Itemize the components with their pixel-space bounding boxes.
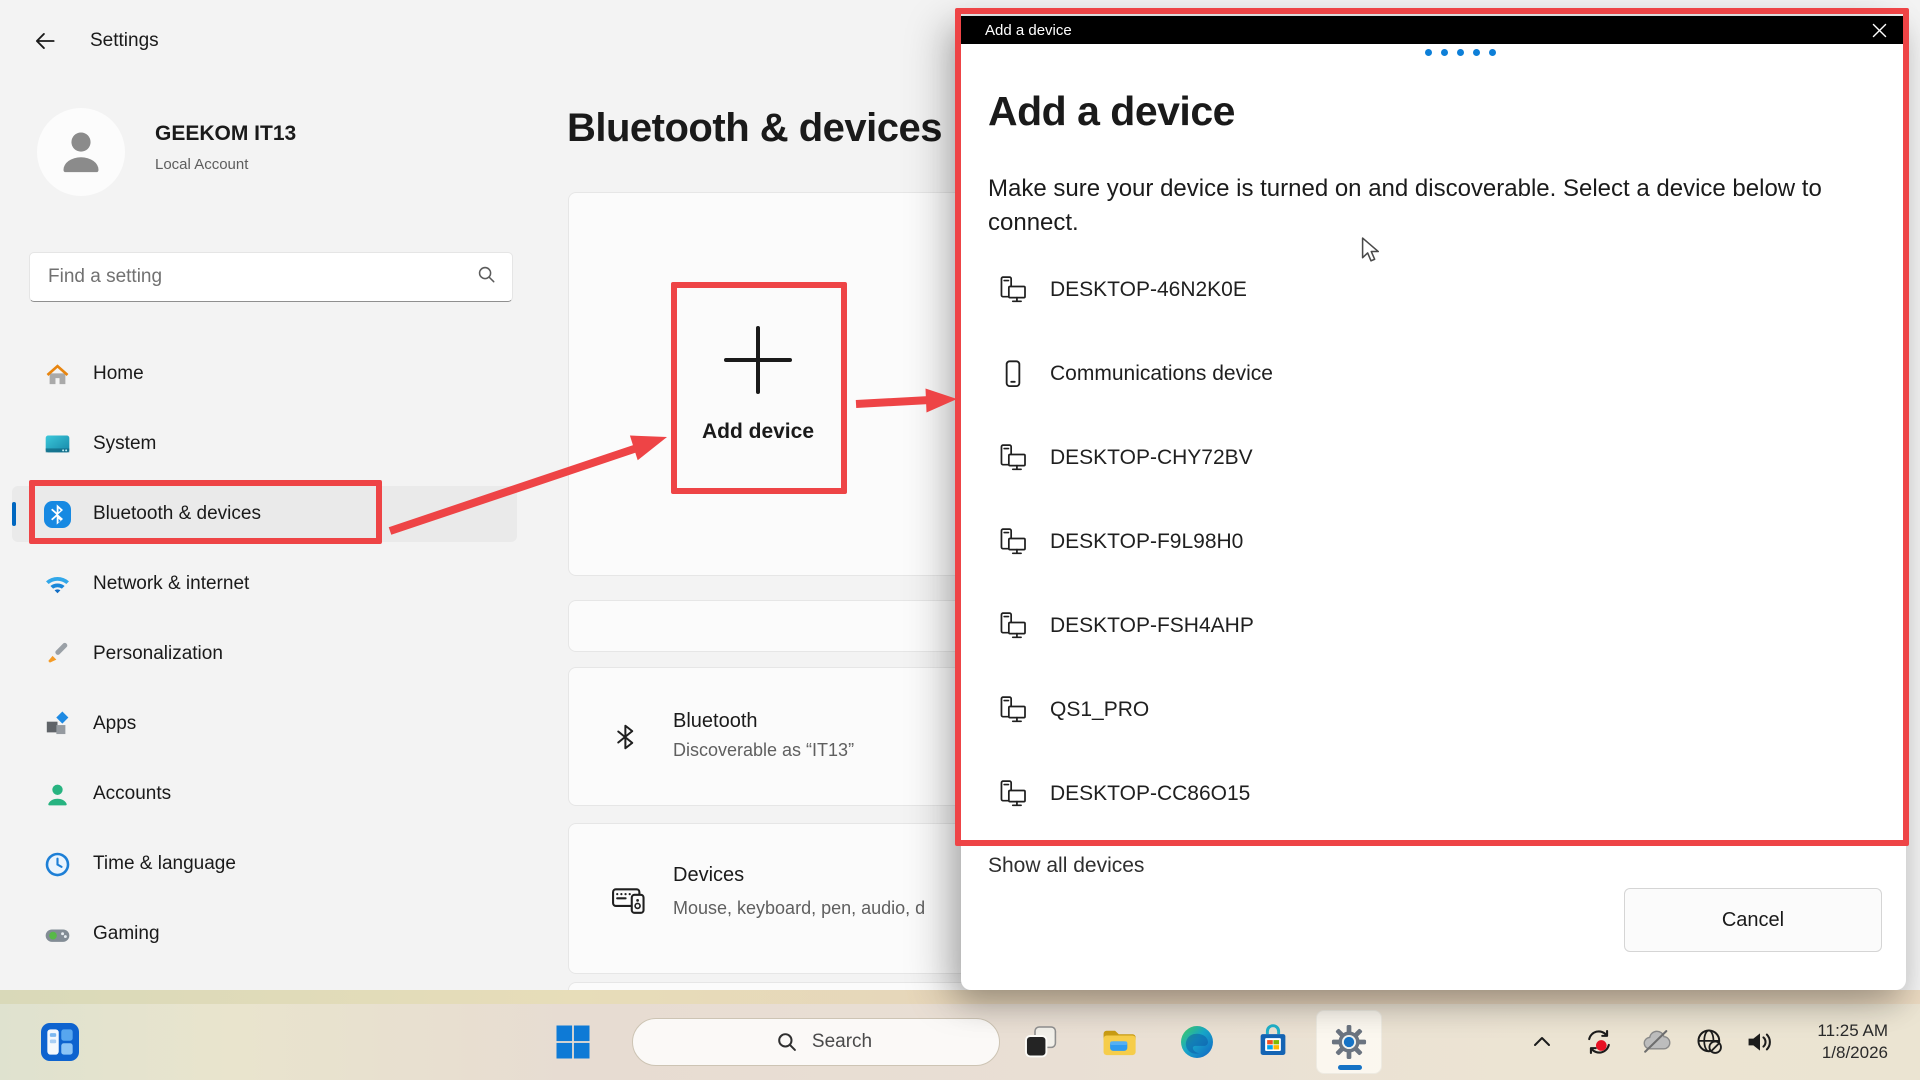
profile-name: GEEKOM IT13 xyxy=(155,122,296,146)
show-all-devices-link[interactable]: Show all devices xyxy=(988,854,1144,878)
edge-icon[interactable] xyxy=(1176,1004,1218,1080)
page-title: Bluetooth & devices xyxy=(567,106,942,151)
selected-indicator xyxy=(12,502,16,526)
sidebar-item-home[interactable]: Home xyxy=(12,346,517,402)
annotation-box-dialog xyxy=(955,8,1909,846)
search-icon xyxy=(477,265,496,289)
devices-card-subtitle: Mouse, keyboard, pen, audio, d xyxy=(673,898,925,919)
accounts-icon xyxy=(44,781,71,808)
bluetooth-card-subtitle: Discoverable as “IT13” xyxy=(673,740,854,761)
home-icon xyxy=(44,361,71,388)
tray-time: 11:25 AM xyxy=(1817,1021,1888,1041)
profile-account-type: Local Account xyxy=(155,156,248,173)
tray-date: 1/8/2026 xyxy=(1822,1043,1888,1063)
sidebar-item-accounts[interactable]: Accounts xyxy=(12,766,517,822)
sidebar-item-apps[interactable]: Apps xyxy=(12,696,517,752)
taskbar: Search xyxy=(0,1004,1920,1080)
taskbar-search-placeholder: Search xyxy=(812,1031,872,1053)
tray-chevron-up-icon[interactable] xyxy=(1522,1004,1562,1080)
tray-clock[interactable]: 11:25 AM 1/8/2026 xyxy=(1790,1004,1894,1080)
desktop-wallpaper-strip xyxy=(0,990,1920,1004)
task-view-icon[interactable] xyxy=(1020,1004,1062,1080)
cancel-button[interactable]: Cancel xyxy=(1624,888,1882,952)
apps-icon xyxy=(44,711,71,738)
bluetooth-glyph-icon xyxy=(611,668,641,805)
taskbar-search-box[interactable]: Search xyxy=(632,1018,1000,1066)
system-icon xyxy=(44,431,71,458)
search-icon xyxy=(776,1031,798,1053)
tray-volume-icon[interactable] xyxy=(1736,1004,1784,1080)
personalization-icon xyxy=(44,641,71,668)
find-a-setting-placeholder: Find a setting xyxy=(48,266,477,288)
time-icon xyxy=(44,851,71,878)
microsoft-store-icon[interactable] xyxy=(1252,1004,1294,1080)
gaming-icon xyxy=(44,921,71,948)
sidebar-item-gaming[interactable]: Gaming xyxy=(12,906,517,962)
bluetooth-card-title: Bluetooth xyxy=(673,710,758,733)
sidebar-nav: Home System Bluetooth & devices Network … xyxy=(12,346,517,962)
annotation-box-sidebar-bluetooth xyxy=(29,480,382,544)
devices-glyph-icon xyxy=(611,824,647,973)
network-icon xyxy=(44,571,71,598)
desktop-screen: Settings GEEKOM IT13 Local Account Find … xyxy=(0,0,1920,1080)
tray-cloud-offline-icon[interactable] xyxy=(1632,1004,1680,1080)
tray-sync-alert-icon[interactable] xyxy=(1576,1004,1622,1080)
window-title: Settings xyxy=(90,30,159,52)
back-button[interactable] xyxy=(28,26,62,60)
sidebar-item-personalization[interactable]: Personalization xyxy=(12,626,517,682)
avatar[interactable] xyxy=(37,108,125,196)
mouse-cursor xyxy=(1358,236,1384,269)
sidebar-item-time-language[interactable]: Time & language xyxy=(12,836,517,892)
file-explorer-icon[interactable] xyxy=(1098,1004,1140,1080)
settings-active-indicator xyxy=(1338,1065,1362,1070)
settings-taskbar-icon-active[interactable] xyxy=(1316,1010,1382,1074)
annotation-box-add-device xyxy=(671,282,847,494)
find-a-setting-input[interactable]: Find a setting xyxy=(29,252,513,302)
devices-card-title: Devices xyxy=(673,864,744,887)
back-arrow-icon xyxy=(32,28,58,59)
tray-globe-offline-icon[interactable] xyxy=(1688,1004,1732,1080)
person-icon xyxy=(53,122,109,183)
widgets-icon[interactable] xyxy=(38,1004,82,1080)
sidebar-item-system[interactable]: System xyxy=(12,416,517,472)
sidebar-item-network-internet[interactable]: Network & internet xyxy=(12,556,517,612)
start-button[interactable] xyxy=(552,1004,594,1080)
